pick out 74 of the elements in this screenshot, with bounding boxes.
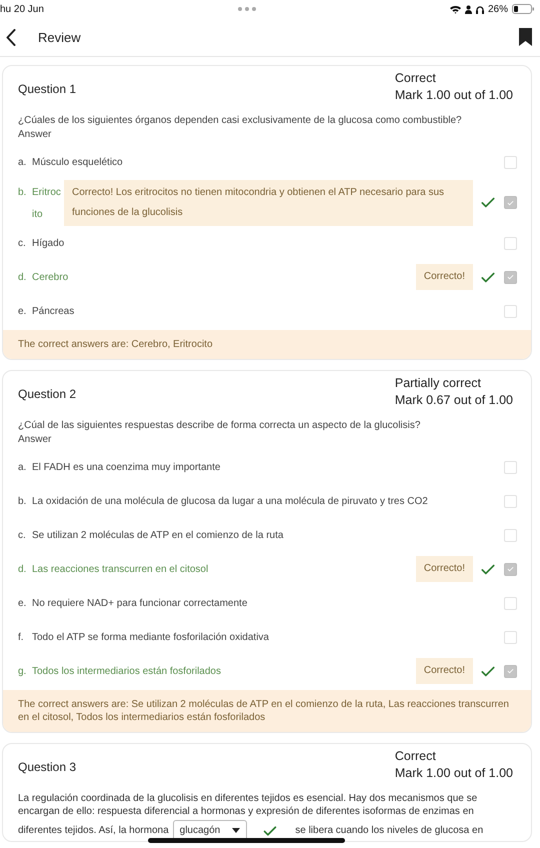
option-text: El FADH es una coenzima muy importante <box>32 462 222 472</box>
question-title: Question 1 <box>18 82 76 98</box>
wifi-icon <box>450 4 461 14</box>
option-letter: c. <box>18 238 27 248</box>
option-text: Páncreas <box>32 306 76 316</box>
option-letter: d. <box>18 564 28 574</box>
checkbox[interactable] <box>504 460 517 474</box>
option-letter: g. <box>18 666 28 676</box>
question-text: se libera cuando los niveles de glucosa en <box>295 824 484 837</box>
option-text: Músculo esquelético <box>32 156 124 168</box>
feedback-label: Correcto! Los eritrocitos no tienen mitocondria y obtienen el ATP necesario para sus funciones de la glucolisis <box>64 180 473 226</box>
bookmark-icon[interactable] <box>519 28 532 46</box>
option-letter: b. <box>18 186 28 200</box>
headphones-icon <box>476 4 484 14</box>
grade-status: Correct <box>394 70 437 86</box>
option-letter: a. <box>18 462 28 472</box>
grade-status: Correct <box>394 748 437 764</box>
tick-icon <box>507 200 514 206</box>
battery-icon <box>512 4 534 14</box>
checkbox[interactable] <box>504 630 517 644</box>
mark-label: Mark 1.00 out of 1.00 <box>394 765 513 782</box>
checkbox[interactable] <box>504 156 517 168</box>
question-text: ¿Cúal de las siguientes respuestas describe de forma correcta un aspecto de la glucolisis? <box>17 419 422 432</box>
tick-icon <box>507 274 514 280</box>
option-text: Todo el ATP se forma mediante fosforilación oxidativa <box>32 632 270 642</box>
option-text: Se utilizan 2 moléculas de ATP en el comienzo de la ruta <box>32 530 284 540</box>
tick-icon <box>507 668 514 674</box>
mark-label: Mark 0.67 out of 1.00 <box>394 392 513 409</box>
home-indicator[interactable] <box>148 838 345 843</box>
mark-label: Mark 1.00 out of 1.00 <box>394 87 513 104</box>
option-letter: e. <box>18 598 28 608</box>
option-text: Eritrocito <box>32 186 62 222</box>
question-text: diferentes tejidos. Así, la hormona <box>18 824 169 837</box>
option-text: Las reacciones transcurren en el citosol <box>32 564 210 574</box>
correct-answer-panel: The correct answers are: Cerebro, Eritrocito <box>3 330 531 359</box>
question-title: Question 3 <box>18 760 76 776</box>
option-text: La oxidación de una molécula de glucosa da lugar a una molécula de piruvato y tres CO2 <box>32 496 429 506</box>
page-title: Review <box>38 30 82 44</box>
checkbox[interactable] <box>504 562 517 576</box>
feedback-label: Correcto! <box>416 264 473 290</box>
option-text: Hígado <box>32 238 66 248</box>
status-date: hu 20 Jun <box>0 4 44 14</box>
question-title: Question 2 <box>18 387 76 403</box>
checkbox[interactable] <box>504 596 517 610</box>
checkbox[interactable] <box>504 664 517 678</box>
answer-label: Answer <box>17 433 52 447</box>
option-letter: d. <box>18 272 28 282</box>
person-icon <box>464 4 472 14</box>
checkbox[interactable] <box>504 196 517 209</box>
checkbox[interactable] <box>504 528 517 542</box>
checkbox[interactable] <box>504 494 517 508</box>
checkbox[interactable] <box>504 304 517 318</box>
battery-percent: 26% <box>488 4 508 14</box>
option-letter: c. <box>18 530 27 540</box>
correct-answer-panel: The correct answers are: Se utilizan 2 moléculas de ATP en el comienzo de la ruta, Las reacciones transcurren en el citosol, Todos los intermediarios están fosforilados <box>3 690 531 732</box>
checkbox[interactable] <box>504 236 517 250</box>
question-text: ¿Cúales de los siguientes órganos dependen casi exclusivamente de la glucosa como combustible? <box>17 114 463 127</box>
checkbox[interactable] <box>504 270 517 284</box>
option-letter: f. <box>18 632 25 642</box>
feedback-label: Correcto! <box>416 556 473 582</box>
back-icon[interactable] <box>6 28 16 46</box>
answer-label: Answer <box>17 128 52 142</box>
caret-icon <box>232 828 240 833</box>
grade-status: Partially correct <box>394 375 482 391</box>
option-letter: e. <box>18 306 28 316</box>
option-text: No requiere NAD+ para funcionar correctamente <box>32 598 248 608</box>
feedback-label: Correcto! <box>416 658 473 684</box>
option-letter: b. <box>18 496 28 506</box>
option-letter: a. <box>18 156 28 168</box>
option-text: Cerebro <box>32 272 70 282</box>
tick-icon <box>507 566 514 572</box>
multitask-dots-icon[interactable] <box>238 7 256 11</box>
question-text: La regulación coordinada de la glucolisis en diferentes tejidos es esencial. Hay dos mecanismos que se encargan de ello: respuesta diferencial a hormonas y expresión de diferentes isoformas de enzimas en <box>18 793 478 817</box>
option-text: Todos los intermediarios están fosforilados <box>32 666 222 676</box>
